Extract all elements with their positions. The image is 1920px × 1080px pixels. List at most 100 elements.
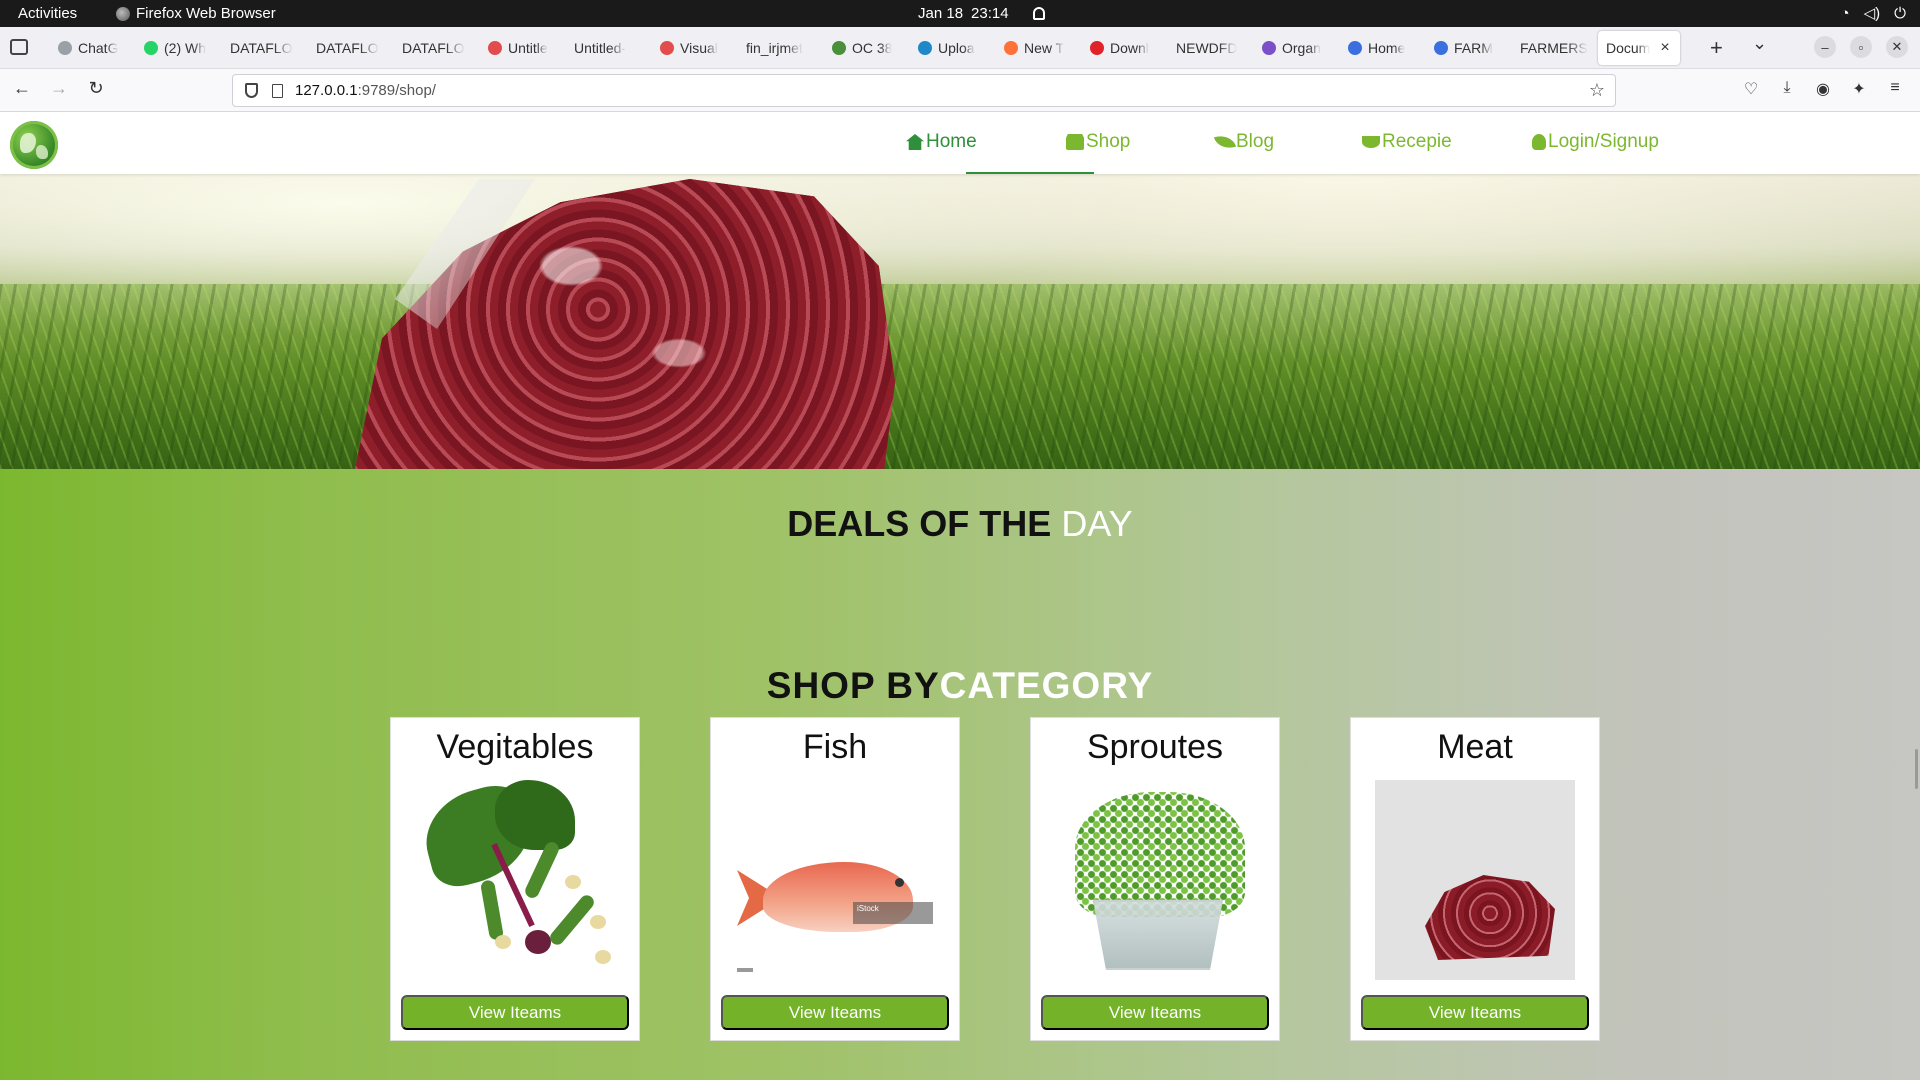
category-card-vegetables: Vegitables View Iteams (390, 717, 640, 1041)
hero-field-image (0, 284, 1920, 469)
browser-tab[interactable]: OC 38 (824, 31, 910, 65)
sprout-greens (1075, 792, 1245, 917)
minimize-button[interactable]: – (1814, 36, 1836, 58)
shop-by-text: SHOP BY (766, 665, 940, 706)
tab-label: FARM (1454, 40, 1493, 56)
category-title: Sproutes (1086, 728, 1224, 766)
meat-chunk (1425, 875, 1555, 960)
potato-shape (565, 875, 581, 889)
url-path: :9789/shop/ (357, 82, 436, 99)
tab-label: OC 38 (852, 40, 893, 56)
tab-label: DATAFLO (230, 40, 293, 56)
back-button[interactable]: ← (10, 78, 34, 99)
active-nav-underline (966, 172, 1094, 174)
view-items-button-vegetables[interactable]: View Iteams (401, 995, 629, 1030)
meat-image (1375, 780, 1575, 980)
new-tab-button[interactable]: + (1710, 35, 1723, 61)
browser-tab[interactable]: Downl (1082, 31, 1168, 65)
browser-tab[interactable]: Home (1340, 31, 1426, 65)
view-items-button-meat[interactable]: View Iteams (1361, 995, 1589, 1030)
wifi-icon: ◔ (1840, 4, 1850, 22)
browser-tab[interactable]: DATAFLO (222, 31, 308, 65)
browser-tab[interactable]: ChatG (50, 31, 136, 65)
volume-icon: ◁) (1863, 5, 1881, 22)
nav-login-label: Login/Signup (1548, 131, 1659, 152)
bookmark-star-icon[interactable]: ☆ (1589, 80, 1605, 101)
browser-tab[interactable]: FARM (1426, 31, 1512, 65)
page-scrollbar[interactable] (1915, 749, 1918, 789)
close-tab-icon[interactable]: × (1660, 39, 1669, 57)
shop-by-category-heading: SHOP BYCATEGORY (0, 665, 1920, 707)
fish-eye (895, 878, 904, 887)
browser-tab[interactable]: fin_irjmet (738, 31, 824, 65)
browser-tab[interactable]: NEWDFD (1168, 31, 1254, 65)
downloads-icon[interactable]: ⤓ (1778, 79, 1796, 99)
browser-tab[interactable]: Uploa (910, 31, 996, 65)
hero-banner (0, 174, 1920, 469)
system-tray[interactable]: ◔ ◁) ⏻ (1840, 4, 1906, 23)
nav-blog[interactable]: Blog (1213, 131, 1274, 153)
address-bar[interactable]: 127.0.0.1:9789/shop/ ☆ (232, 74, 1616, 107)
tab-label: NEWDFD (1176, 40, 1238, 56)
tab-label: DATAFLO (402, 40, 465, 56)
store-icon (1066, 134, 1084, 150)
cucumber-shape (479, 879, 505, 941)
browser-tab[interactable]: Organ (1254, 31, 1340, 65)
nav-recipe[interactable]: Recepie (1362, 131, 1452, 153)
activities-button[interactable]: Activities (18, 5, 77, 22)
clock[interactable]: Jan 18 23:14 (918, 5, 1045, 22)
toolbar-right: ♡ ⤓ ◉ ✦ ≡ (1742, 79, 1904, 99)
close-window-button[interactable]: ✕ (1886, 36, 1908, 58)
tab-label: FARMERS (1520, 40, 1588, 56)
page-info-icon[interactable] (272, 83, 283, 98)
list-all-tabs-button[interactable]: ⌄ (1752, 33, 1767, 54)
menu-icon[interactable]: ≡ (1886, 79, 1904, 99)
category-card-sprouts: Sproutes View Iteams (1030, 717, 1280, 1041)
watermark-mark (737, 968, 753, 972)
browser-tab[interactable]: New T (996, 31, 1082, 65)
tab-favicon-icon (1004, 41, 1018, 55)
category-title: Meat (1437, 728, 1513, 766)
page-viewport: Home Shop Blog Recepie Login/Signup DEAL… (0, 112, 1920, 1080)
category-title: Vegitables (436, 728, 594, 766)
site-logo[interactable] (10, 121, 58, 169)
browser-tab[interactable]: Docum × (1598, 31, 1680, 65)
view-items-button-sprouts[interactable]: View Iteams (1041, 995, 1269, 1030)
user-icon (1532, 134, 1546, 150)
tab-label: Downl (1110, 40, 1149, 56)
tab-favicon-icon (144, 41, 158, 55)
bowl-icon (1362, 136, 1380, 148)
forward-button[interactable]: → (47, 78, 71, 99)
tab-favicon-icon (660, 41, 674, 55)
view-items-button-fish[interactable]: View Iteams (721, 995, 949, 1030)
restore-button[interactable]: ▫ (1850, 36, 1872, 58)
sprouts-image (1055, 780, 1255, 980)
reload-button[interactable]: ↻ (84, 78, 108, 99)
browser-tab[interactable]: (2) Wh (136, 31, 222, 65)
pocket-icon[interactable]: ♡ (1742, 79, 1760, 99)
account-icon[interactable]: ◉ (1814, 79, 1832, 99)
tab-label: Uploa (938, 40, 975, 56)
browser-tab[interactable]: DATAFLO (308, 31, 394, 65)
nav-home[interactable]: Home (906, 131, 977, 153)
browser-tab-bar: ChatG (2) Wh DATAFLO DATAFLO DATAFLO Untitle U… (0, 27, 1920, 69)
tracking-protection-icon[interactable] (245, 83, 258, 98)
nav-login[interactable]: Login/Signup (1532, 131, 1659, 153)
browser-tab[interactable]: FARMERS (1512, 31, 1598, 65)
tab-label: Home (1368, 40, 1406, 56)
potato-shape (590, 915, 606, 929)
app-menu[interactable]: Firefox Web Browser (116, 5, 276, 22)
deals-heading: DEALS OF THE DAY (0, 503, 1920, 545)
tab-label: fin_irjmet (746, 40, 803, 56)
nav-shop[interactable]: Shop (1066, 131, 1130, 153)
potato-shape (595, 950, 611, 964)
browser-tab[interactable]: Untitled- (566, 31, 652, 65)
browser-tab[interactable]: Untitle (480, 31, 566, 65)
browser-tab[interactable]: Visual (652, 31, 738, 65)
extensions-icon[interactable]: ✦ (1850, 79, 1868, 99)
leaf-shape (495, 780, 575, 850)
tab-overview-icon[interactable] (10, 39, 28, 55)
tab-favicon-icon (1348, 41, 1362, 55)
browser-tab[interactable]: DATAFLO (394, 31, 480, 65)
beet-shape (525, 930, 551, 954)
